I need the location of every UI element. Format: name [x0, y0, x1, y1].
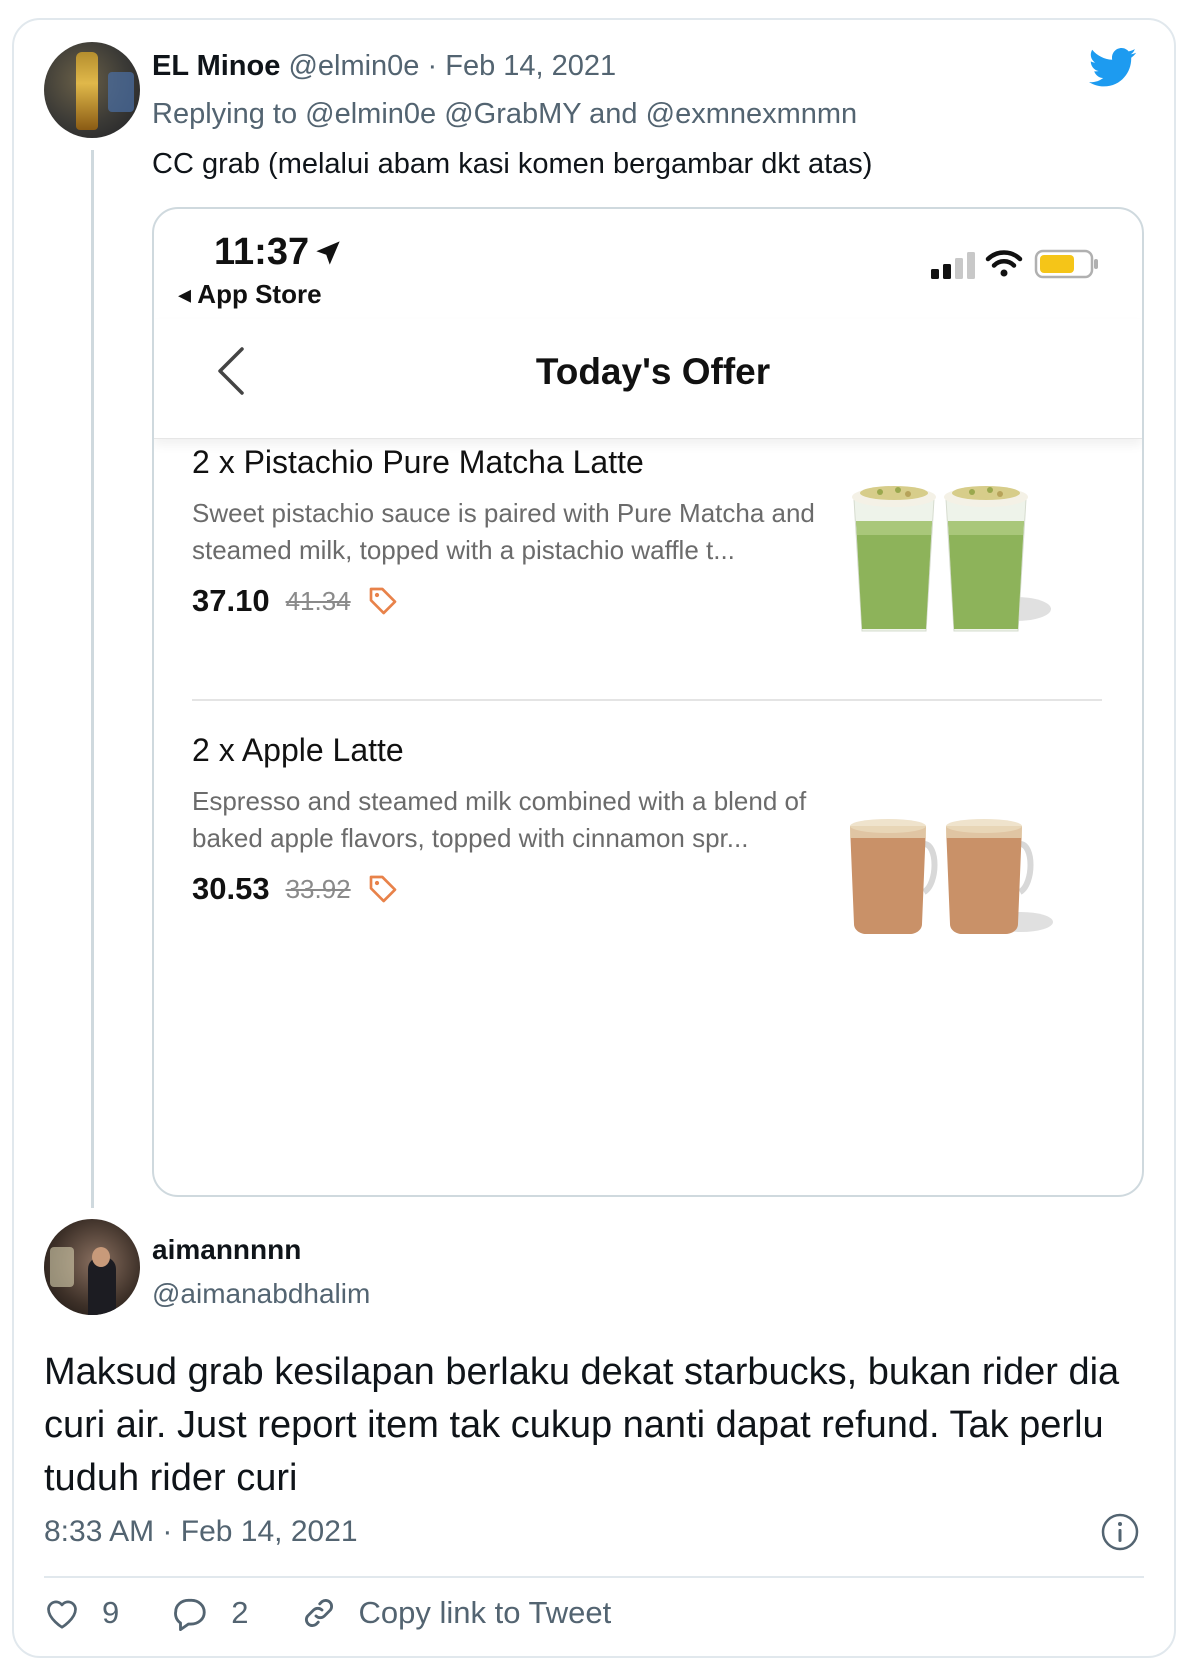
replying-to: Replying to @elmin0e @GrabMY and @exmnex… — [152, 98, 857, 131]
author-handle[interactable]: @elmin0e — [288, 50, 419, 82]
author-name[interactable]: aimannnnn — [152, 1234, 301, 1266]
location-arrow-icon — [316, 241, 340, 265]
tweet-text: CC grab (melalui abam kasi komen bergamb… — [152, 148, 873, 180]
tweet-actions: 9 2 Copy link to Tweet — [44, 1595, 663, 1631]
tag-icon — [369, 875, 396, 903]
status-time: 11:37 — [214, 231, 310, 273]
tweet-timestamp[interactable]: 8:33 AM · Feb 14, 2021 — [44, 1515, 358, 1549]
page-title: Today's Offer — [535, 351, 771, 392]
offer-description: Sweet pistachio sauce is paired with Pur… — [192, 498, 815, 565]
separator: · — [162, 1515, 173, 1548]
divider — [44, 1576, 1144, 1578]
offer-title: 2 x Apple Latte — [192, 732, 404, 768]
reply-button[interactable]: 2 — [171, 1595, 249, 1631]
offer-old-price: 33.92 — [285, 873, 351, 904]
twitter-bird-icon[interactable] — [1088, 48, 1138, 88]
separator: · — [427, 50, 438, 82]
phone-nav-bar: Today's Offer — [154, 319, 1142, 439]
tweet-text: Maksud grab kesilapan berlaku dekat star… — [44, 1351, 1120, 1499]
apple-latte-image — [850, 819, 1053, 934]
avatar-background-image — [108, 72, 134, 112]
offer-price: 37.10 — [192, 583, 270, 618]
replying-prefix: Replying to — [152, 98, 298, 130]
wifi-icon — [985, 250, 1023, 277]
phone-status-bar: 11:37 ◂ App Store — [154, 209, 1142, 319]
offer-title: 2 x Pistachio Pure Matcha Latte — [192, 444, 644, 480]
offer-divider — [192, 699, 1102, 701]
copy-link-button[interactable]: Copy link to Tweet — [301, 1595, 612, 1631]
mention-link[interactable]: @GrabMY — [444, 98, 581, 130]
thread-line — [91, 150, 94, 1208]
reply-count: 2 — [231, 1595, 249, 1630]
tweet-date[interactable]: Feb 14, 2021 — [445, 50, 616, 82]
offer-description: Espresso and steamed milk combined with … — [192, 786, 807, 853]
mention-link[interactable]: @elmin0e — [305, 98, 436, 130]
back-to-app-store: ◂ App Store — [178, 279, 322, 309]
avatar-background-image — [50, 1247, 74, 1287]
cellular-signal-icon — [931, 252, 975, 279]
offer-old-price: 41.34 — [285, 585, 351, 616]
tweet-header: EL Minoe @elmin0e · Feb 14, 2021 — [152, 50, 616, 83]
tweet-time: 8:33 AM — [44, 1515, 155, 1548]
copy-link-label: Copy link to Tweet — [358, 1595, 612, 1630]
avatar[interactable] — [44, 1219, 140, 1315]
matcha-latte-image — [852, 486, 1051, 632]
battery-icon — [1034, 249, 1098, 279]
attached-image[interactable]: 11:37 ◂ App Store Today's Offer 2 x Pist… — [152, 207, 1144, 1197]
link-icon — [304, 1598, 333, 1628]
info-icon[interactable] — [1100, 1512, 1140, 1552]
avatar-face-image — [92, 1247, 110, 1267]
mention-link[interactable]: @exmnexmnmn — [646, 98, 858, 130]
like-button[interactable]: 9 — [44, 1595, 119, 1631]
avatar-bottle-image — [76, 52, 98, 130]
author-handle[interactable]: @aimanabdhalim — [152, 1278, 370, 1310]
replying-and: and — [589, 98, 638, 130]
offer-price: 30.53 — [192, 871, 270, 906]
avatar[interactable] — [44, 42, 140, 138]
tag-icon — [369, 587, 396, 615]
heart-icon — [47, 1600, 77, 1629]
like-count: 9 — [102, 1595, 120, 1630]
author-name[interactable]: EL Minoe — [152, 50, 280, 82]
comment-icon — [174, 1598, 206, 1631]
tweet-date: Feb 14, 2021 — [180, 1515, 358, 1548]
